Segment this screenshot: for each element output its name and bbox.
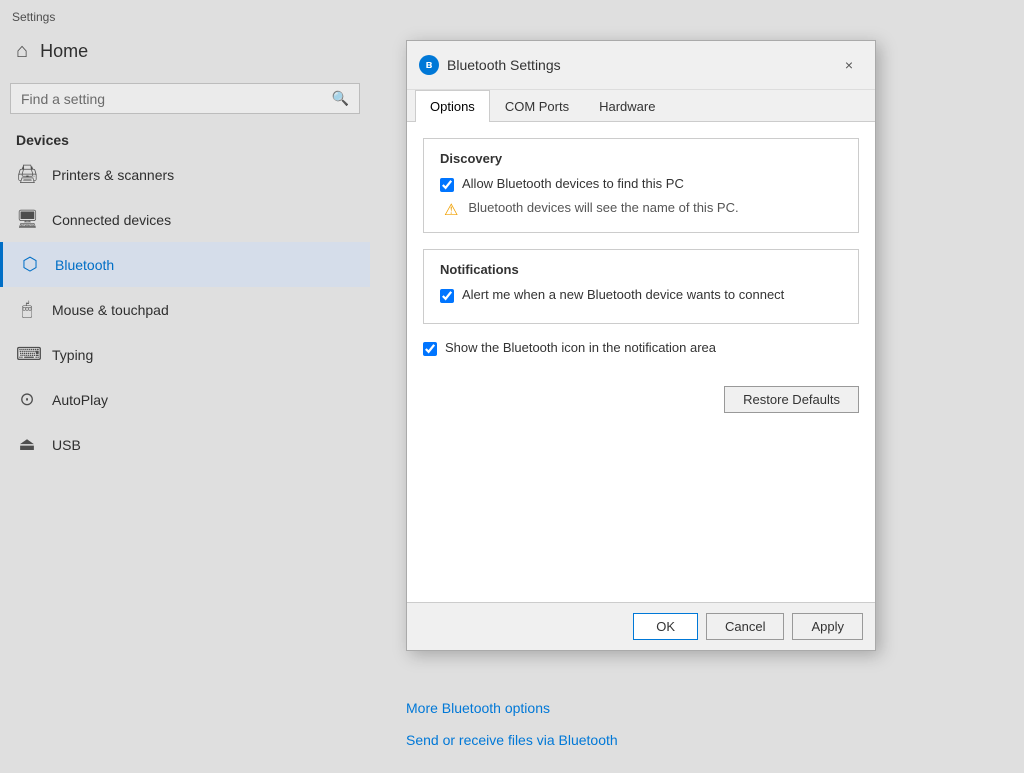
show-icon-label: Show the Bluetooth icon in the notificat…	[445, 340, 716, 355]
warning-row: ⚠ Bluetooth devices will see the name of…	[444, 200, 842, 220]
alert-checkbox[interactable]	[440, 289, 454, 303]
restore-defaults-button[interactable]: Restore Defaults	[724, 386, 859, 413]
allow-bluetooth-row: Allow Bluetooth devices to find this PC	[440, 176, 842, 192]
cancel-button[interactable]: Cancel	[706, 613, 784, 640]
bluetooth-icon-symbol: ʙ	[426, 59, 433, 71]
show-icon-row: Show the Bluetooth icon in the notificat…	[423, 340, 859, 356]
dialog-title: Bluetooth Settings	[447, 57, 835, 73]
discovery-section: Discovery Allow Bluetooth devices to fin…	[423, 138, 859, 233]
apply-button[interactable]: Apply	[792, 613, 863, 640]
close-button[interactable]: ×	[835, 51, 863, 79]
tab-com-ports[interactable]: COM Ports	[490, 90, 584, 122]
notifications-section: Notifications Alert me when a new Blueto…	[423, 249, 859, 324]
dialog-footer: OK Cancel Apply	[407, 602, 875, 650]
warning-text: Bluetooth devices will see the name of t…	[468, 200, 738, 215]
dialog-tabs: Options COM Ports Hardware	[407, 90, 875, 122]
ok-button[interactable]: OK	[633, 613, 698, 640]
bluetooth-settings-dialog: ʙ Bluetooth Settings × Options COM Ports…	[406, 40, 876, 651]
tab-options[interactable]: Options	[415, 90, 490, 122]
notifications-title: Notifications	[440, 262, 842, 277]
allow-bluetooth-checkbox[interactable]	[440, 178, 454, 192]
restore-row: Restore Defaults	[423, 376, 859, 413]
bluetooth-dialog-icon: ʙ	[419, 55, 439, 75]
settings-links: More Bluetooth options Send or receive f…	[406, 700, 618, 764]
send-receive-link[interactable]: Send or receive files via Bluetooth	[406, 732, 618, 748]
dialog-body: Discovery Allow Bluetooth devices to fin…	[407, 122, 875, 602]
warning-icon: ⚠	[444, 200, 458, 220]
show-icon-checkbox[interactable]	[423, 342, 437, 356]
more-bluetooth-options-link[interactable]: More Bluetooth options	[406, 700, 618, 716]
alert-row: Alert me when a new Bluetooth device wan…	[440, 287, 842, 303]
allow-bluetooth-label: Allow Bluetooth devices to find this PC	[462, 176, 684, 191]
dialog-titlebar: ʙ Bluetooth Settings ×	[407, 41, 875, 90]
tab-hardware[interactable]: Hardware	[584, 90, 670, 122]
discovery-title: Discovery	[440, 151, 842, 166]
alert-label: Alert me when a new Bluetooth device wan…	[462, 287, 784, 302]
